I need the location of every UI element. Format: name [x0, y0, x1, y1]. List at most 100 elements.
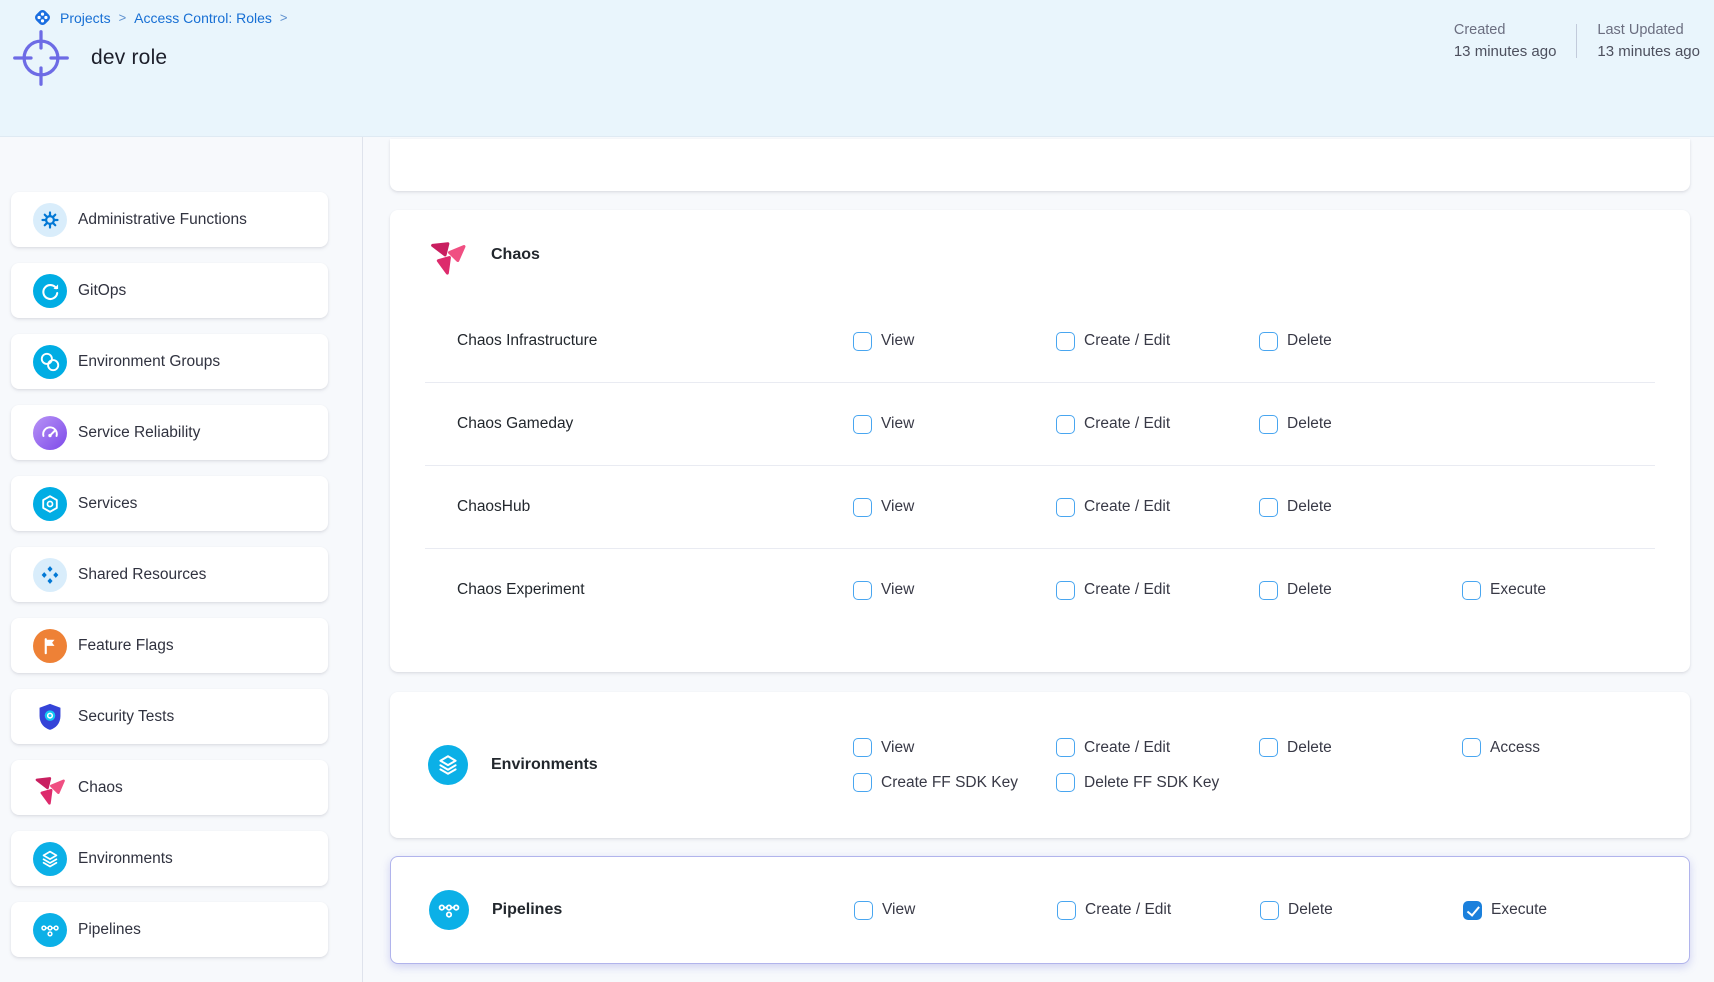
checkbox-chaos-infrastructure-delete[interactable] [1259, 332, 1278, 351]
created-meta: Created 13 minutes ago [1434, 22, 1577, 60]
environments-icon [33, 842, 67, 876]
checkbox-chaos-experiment-execute[interactable] [1462, 581, 1481, 600]
checkbox-pipelines-delete[interactable] [1260, 901, 1279, 920]
sidebar-item-environment-groups[interactable]: Environment Groups [11, 334, 328, 389]
checkbox-chaoshub-delete[interactable] [1259, 498, 1278, 517]
checkbox-environments-view[interactable] [853, 738, 872, 757]
created-label: Created [1454, 22, 1557, 38]
permission-label: Delete [1287, 581, 1332, 599]
service-reliability-icon [33, 416, 67, 450]
sidebar-item-administrative-functions[interactable]: Administrative Functions [11, 192, 328, 247]
permission-row-chaos-gameday: Chaos GamedayViewCreate / EditDelete [425, 383, 1655, 465]
security-tests-icon [33, 700, 67, 734]
permission-label: View [881, 739, 914, 757]
section-name: Environments [425, 745, 853, 785]
permission-row-chaos-infrastructure: Chaos InfrastructureViewCreate / EditDel… [425, 300, 1655, 382]
checkbox-pipelines-execute[interactable] [1463, 901, 1482, 920]
permission-chaoshub-delete: Delete [1259, 498, 1462, 517]
resource-name: Chaos Gameday [425, 415, 853, 433]
checkbox-environments-delete[interactable] [1259, 738, 1278, 757]
checkbox-environments-create-edit[interactable] [1056, 738, 1075, 757]
sidebar-item-gitops[interactable]: GitOps [11, 263, 328, 318]
checkbox-chaoshub-view[interactable] [853, 498, 872, 517]
section-card-content: ChaosChaos InfrastructureViewCreate / Ed… [390, 210, 1690, 672]
permission-environments-access: Access [1462, 738, 1665, 757]
permission-chaos-gameday-create-edit: Create / Edit [1056, 415, 1259, 434]
permission-chaos-infrastructure-create-edit: Create / Edit [1056, 332, 1259, 351]
permission-label: Create / Edit [1084, 415, 1170, 433]
permission-environments-delete-ff-sdk-key: Delete FF SDK Key [1056, 773, 1259, 792]
last-updated-value: 13 minutes ago [1597, 43, 1700, 60]
permission-environments-view: View [853, 738, 1056, 757]
checkbox-chaoshub-create-edit[interactable] [1056, 498, 1075, 517]
chaos-icon [428, 235, 468, 275]
pipelines-icon [429, 890, 469, 930]
permission-label: Access [1490, 739, 1540, 757]
chaos-icon [33, 771, 67, 805]
section-header-chaos: Chaos [425, 210, 1655, 300]
permission-label: Create FF SDK Key [881, 774, 1018, 792]
sidebar-item-label: GitOps [78, 282, 126, 300]
permission-label: Delete [1287, 415, 1332, 433]
breadcrumb-separator: > [280, 10, 288, 25]
sidebar-item-label: Security Tests [78, 708, 174, 726]
checkbox-chaos-gameday-create-edit[interactable] [1056, 415, 1075, 434]
section-card-pipelines[interactable]: PipelinesViewCreate / EditDeleteExecute [390, 856, 1690, 964]
permission-environments-delete: Delete [1259, 738, 1462, 757]
checkbox-environments-access[interactable] [1462, 738, 1481, 757]
sidebar-item-label: Environment Groups [78, 353, 220, 371]
permission-label: Create / Edit [1084, 332, 1170, 350]
sidebar-item-pipelines[interactable]: Pipelines [11, 902, 328, 957]
sidebar-item-label: Environments [78, 850, 173, 868]
permissions-panel: ChaosChaos InfrastructureViewCreate / Ed… [363, 137, 1714, 982]
section-row-pipelines: PipelinesViewCreate / EditDeleteExecute [426, 857, 1654, 963]
sidebar-item-label: Pipelines [78, 921, 141, 939]
feature-flags-icon [33, 629, 67, 663]
permission-grid: ViewCreate / EditDeleteExecute [854, 901, 1666, 920]
permission-chaos-gameday-delete: Delete [1259, 415, 1462, 434]
sidebar-item-services[interactable]: Services [11, 476, 328, 531]
checkbox-environments-create-ff-sdk-key[interactable] [853, 773, 872, 792]
sidebar-item-feature-flags[interactable]: Feature Flags [11, 618, 328, 673]
sidebar-item-environments[interactable]: Environments [11, 831, 328, 886]
permission-label: Execute [1491, 901, 1547, 919]
section-title: Pipelines [492, 901, 562, 919]
projects-icon [33, 8, 52, 27]
permission-label: View [881, 498, 914, 516]
role-crosshair-icon [11, 28, 71, 88]
checkbox-chaos-gameday-view[interactable] [853, 415, 872, 434]
environment-groups-icon [33, 345, 67, 379]
sidebar-item-security-tests[interactable]: Security Tests [11, 689, 328, 744]
breadcrumb-separator: > [119, 10, 127, 25]
checkbox-chaos-experiment-delete[interactable] [1259, 581, 1278, 600]
checkbox-chaos-experiment-view[interactable] [853, 581, 872, 600]
checkbox-chaos-gameday-delete[interactable] [1259, 415, 1278, 434]
role-meta: Created 13 minutes ago Last Updated 13 m… [1434, 22, 1714, 60]
checkbox-chaos-infrastructure-view[interactable] [853, 332, 872, 351]
permission-chaos-experiment-delete: Delete [1259, 581, 1462, 600]
checkbox-chaos-experiment-create-edit[interactable] [1056, 581, 1075, 600]
permission-label: Create / Edit [1084, 581, 1170, 599]
resource-name: Chaos Experiment [425, 581, 853, 599]
breadcrumb-projects-link[interactable]: Projects [60, 10, 111, 26]
last-updated-label: Last Updated [1597, 22, 1700, 38]
checkbox-pipelines-view[interactable] [854, 901, 873, 920]
resource-name: ChaosHub [425, 498, 853, 516]
permission-label: View [882, 901, 915, 919]
checkbox-chaos-infrastructure-create-edit[interactable] [1056, 332, 1075, 351]
section-title: Environments [491, 756, 598, 774]
permission-chaos-infrastructure-delete: Delete [1259, 332, 1462, 351]
permission-environments-create-ff-sdk-key: Create FF SDK Key [853, 773, 1056, 792]
checkbox-pipelines-create-edit[interactable] [1057, 901, 1076, 920]
permission-chaos-infrastructure-view: View [853, 332, 1056, 351]
sidebar-item-shared-resources[interactable]: Shared Resources [11, 547, 328, 602]
admin-gear-icon [33, 203, 67, 237]
permission-pipelines-create-edit: Create / Edit [1057, 901, 1260, 920]
checkbox-environments-delete-ff-sdk-key[interactable] [1056, 773, 1075, 792]
breadcrumb-roles-link[interactable]: Access Control: Roles [134, 10, 272, 26]
sidebar-item-service-reliability[interactable]: Service Reliability [11, 405, 328, 460]
environments-icon [428, 745, 468, 785]
sidebar-item-chaos[interactable]: Chaos [11, 760, 328, 815]
section-card-environments: EnvironmentsViewCreate / EditDeleteAcces… [390, 692, 1690, 838]
page-title: dev role [91, 46, 167, 70]
